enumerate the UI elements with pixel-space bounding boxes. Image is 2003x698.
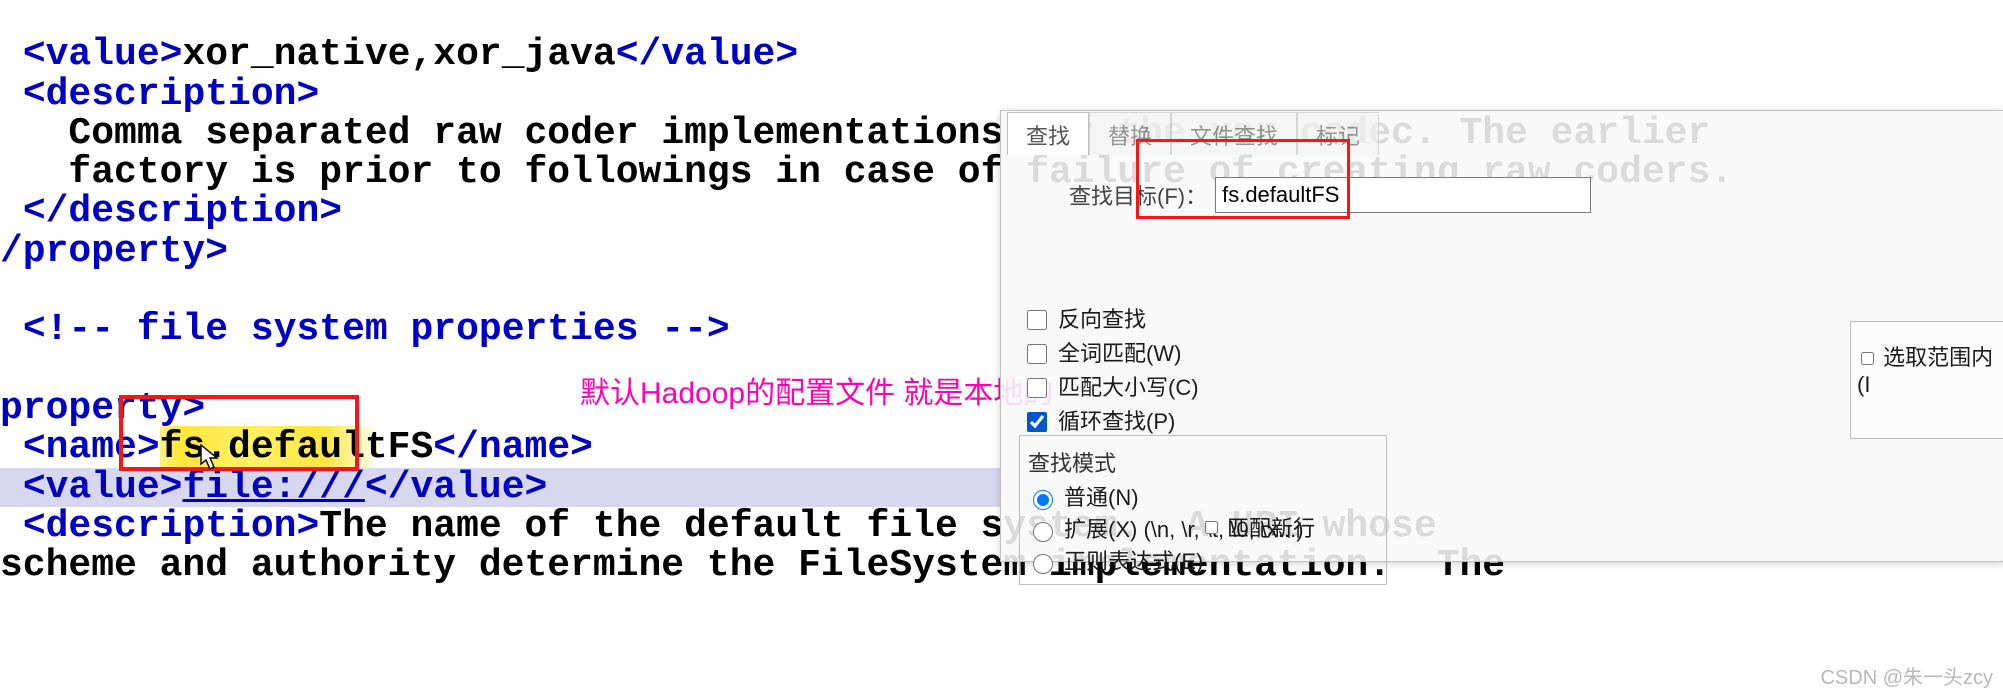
tab-find[interactable]: 查找 (1007, 112, 1089, 155)
xml-tag: <value> (23, 466, 183, 509)
search-input[interactable] (1215, 177, 1591, 213)
tab-mark[interactable]: 标记 (1297, 112, 1379, 155)
opt-wrap-label: 循环查找(P) (1058, 405, 1175, 439)
opt-match-case-checkbox[interactable] (1027, 378, 1047, 398)
watermark: CSDN @朱一头zcy (1820, 661, 1993, 690)
xml-tag: <description> (23, 73, 319, 116)
xml-tag: </value> (616, 33, 798, 76)
mode-normal-label: 普通(N) (1064, 482, 1139, 514)
mode-normal-radio[interactable] (1033, 490, 1053, 510)
opt-backward-label: 反向查找 (1058, 303, 1146, 337)
annotation-text: 默认Hadoop的配置文件 就是本地的 (580, 368, 1053, 412)
opt-newline-checkbox[interactable] (1205, 521, 1218, 534)
mode-regex-label: 正则表达式(E) (1064, 546, 1203, 578)
opt-whole-word-checkbox[interactable] (1027, 344, 1047, 364)
scope-in-selection-checkbox[interactable] (1861, 352, 1874, 365)
xml-tag: </description> (23, 190, 342, 233)
xml-tag: </name> (433, 426, 593, 469)
search-row: 查找目标(F)： (1001, 177, 2003, 213)
mode-extended-radio[interactable] (1033, 522, 1053, 542)
xml-tag: <description> (23, 505, 319, 548)
xml-tag: /property> (0, 230, 228, 273)
opt-wrap-checkbox[interactable] (1027, 412, 1047, 432)
search-mode-legend: 查找模式 (1028, 446, 1378, 478)
tab-replace[interactable]: 替换 (1089, 112, 1171, 155)
search-label: 查找目标(F)： (1069, 179, 1207, 211)
scope-box: 选取范围内(I (1850, 321, 2003, 439)
xml-tag: <value> (23, 33, 183, 76)
value-link[interactable]: file:/// (182, 466, 364, 509)
xml-comment: <!-- file system properties --> (23, 308, 730, 351)
dialog-tabs: 查找 替换 文件查找 标记 (1001, 111, 2003, 155)
scope-in-selection[interactable]: 选取范围内(I (1857, 345, 1993, 397)
opt-whole-word-label: 全词匹配(W) (1058, 337, 1181, 371)
search-options: 反向查找 全词匹配(W) 匹配大小写(C) 循环查找(P) (1023, 303, 1199, 439)
search-mode-group: 查找模式 普通(N) 扩展(X) (\n, \r, \t, \0, \x...)… (1019, 435, 1387, 585)
opt-match-case-label: 匹配大小写(C) (1058, 371, 1199, 405)
tab-find-in-files[interactable]: 文件查找 (1171, 112, 1297, 155)
opt-newline-label: 匹配新行 (1227, 511, 1315, 543)
name-text: fs.defaultFS (160, 426, 434, 469)
mode-regex-radio[interactable] (1033, 554, 1053, 574)
xml-tag: </value> (365, 466, 547, 509)
opt-backward-checkbox[interactable] (1027, 310, 1047, 330)
find-dialog[interactable]: 查找 替换 文件查找 标记 查找目标(F)： 选取范围内(I 反向查找 全词匹配… (1000, 110, 2003, 562)
xml-text: xor_native,xor_java (182, 33, 615, 76)
scope-label: 选取范围内(I (1857, 345, 1993, 397)
search-hit: fs.defaultFS (160, 426, 434, 469)
xml-tag: property> (0, 387, 205, 430)
xml-tag: <name> (23, 426, 160, 469)
